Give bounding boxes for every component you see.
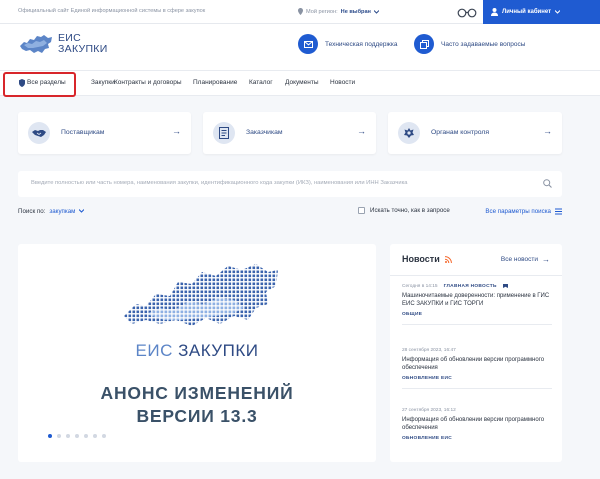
news-tag[interactable]: ОБНОВЛЕНИЕ ЕИС	[402, 376, 552, 381]
all-news-label: Все новости	[500, 256, 538, 263]
cabinet-label: Личный кабинет	[502, 9, 552, 15]
news-title[interactable]: Информация об обновлении версии программ…	[402, 356, 552, 372]
slider-dot[interactable]	[84, 434, 88, 438]
news-divider	[402, 324, 552, 325]
nav-item-all-sections[interactable]: Все разделы	[27, 79, 66, 86]
region-selector[interactable]: Мой регион: Не выбран	[298, 8, 379, 15]
exact-search-checkbox[interactable]: Искать точно, как в запросе	[358, 207, 450, 214]
russia-dotted-map-image	[124, 264, 278, 326]
news-tag[interactable]: ОБЩИЕ	[402, 312, 552, 317]
slider-dots[interactable]	[48, 434, 106, 438]
arrow-right-icon: →	[357, 126, 366, 136]
news-item[interactable]: Сегодня в 14:15 ГЛАВНАЯ НОВОСТЬ Машиночи…	[402, 284, 552, 325]
support-label: Техническая поддержка	[325, 40, 398, 48]
search-options: Поиск по: закупкам Искать точно, как в за…	[18, 207, 562, 219]
nav-item-documents[interactable]: Документы	[285, 79, 319, 86]
banner-title-part2: ЗАКУПКИ	[178, 341, 259, 360]
user-icon	[491, 8, 498, 16]
main-nav: Все разделы Закупки Контракты и договоры…	[0, 70, 600, 97]
all-news-link[interactable]: Все новости →	[501, 255, 550, 264]
chevron-down-icon	[373, 9, 379, 14]
chevron-down-icon	[555, 10, 561, 14]
promo-banner[interactable]: ЕИС ЗАКУПКИ АНОНС ИЗМЕНЕНИЙ ВЕРСИИ 13.3	[18, 244, 376, 462]
region-value: Не выбран	[340, 8, 371, 15]
faq-label: Часто задаваемые вопросы	[441, 40, 526, 48]
slider-dot[interactable]	[102, 434, 106, 438]
arrow-right-icon: →	[172, 126, 181, 136]
arrow-right-icon: →	[542, 255, 550, 264]
slider-dot[interactable]	[75, 434, 79, 438]
advanced-search-link[interactable]: Все параметры поиска	[485, 208, 562, 215]
glasses-icon[interactable]	[457, 6, 477, 18]
exact-search-label: Искать точно, как в запросе	[370, 207, 450, 214]
nav-item-purchases[interactable]: Закупки	[91, 79, 115, 86]
logo-line2: ЗАКУПКИ	[58, 43, 108, 55]
news-divider	[402, 388, 552, 389]
news-item[interactable]: 28 сентября 2023, 16:47 Информация об об…	[402, 348, 552, 389]
news-divider	[390, 275, 562, 276]
arrow-right-icon: →	[543, 126, 552, 136]
search-by-label: Поиск по:	[18, 208, 46, 215]
banner-logo-title: ЕИС ЗАКУПКИ	[18, 341, 376, 361]
news-heading-text: Новости	[402, 254, 440, 264]
nav-item-catalog[interactable]: Каталог	[249, 79, 273, 86]
card-suppliers-label: Поставщикам	[61, 129, 105, 136]
news-item[interactable]: 27 сентября 2023, 16:12 Информация об об…	[402, 408, 552, 441]
search-by-dropdown[interactable]: закупкам	[49, 208, 75, 215]
faq-button[interactable]: Часто задаваемые вопросы	[414, 34, 525, 54]
card-control-label: Органам контроля	[431, 129, 490, 136]
filter-sliders-icon	[555, 208, 562, 215]
news-heading: Новости	[402, 254, 452, 264]
news-date: 27 сентября 2023, 16:12	[402, 408, 456, 413]
russia-map-logo-icon	[20, 35, 52, 53]
nav-item-news[interactable]: Новости	[330, 79, 355, 86]
card-customers[interactable]: Заказчикам →	[203, 112, 376, 154]
region-label: Мой регион:	[306, 8, 338, 15]
news-tag[interactable]: ОБНОВЛЕНИЕ ЕИС	[402, 436, 552, 441]
banner-version: ВЕРСИИ 13.3	[136, 406, 258, 426]
card-customers-label: Заказчикам	[246, 129, 283, 136]
banner-title-part1: ЕИС	[135, 341, 173, 360]
news-date: Сегодня в 14:15	[402, 284, 438, 289]
shield-icon	[19, 79, 25, 87]
news-date: 28 сентября 2023, 16:47	[402, 348, 456, 353]
flag-icon	[502, 284, 508, 288]
eis-logo[interactable]: ЕИС ЗАКУПКИ	[18, 32, 108, 56]
nav-item-planning[interactable]: Планирование	[193, 79, 237, 86]
support-button[interactable]: Техническая поддержка	[298, 34, 397, 54]
top-strip: Официальный сайт Единой информационной с…	[0, 0, 600, 24]
search-input[interactable]: Введите полностью или часть номера, наим…	[18, 171, 562, 197]
slider-dot[interactable]	[66, 434, 70, 438]
emblem-icon	[398, 122, 420, 144]
advanced-search-label: Все параметры поиска	[485, 208, 551, 215]
official-site-text: Официальный сайт Единой информационной с…	[18, 8, 206, 14]
slider-dot[interactable]	[57, 434, 61, 438]
checkbox-box[interactable]	[358, 207, 365, 214]
news-title[interactable]: Машиночитаемые доверенности: применение …	[402, 292, 552, 308]
copy-icon	[414, 34, 434, 54]
mail-icon	[298, 34, 318, 54]
slider-dot[interactable]	[93, 434, 97, 438]
search-icon[interactable]	[543, 179, 552, 188]
banner-announce: АНОНС ИЗМЕНЕНИЙ	[100, 383, 294, 403]
search-by: Поиск по: закупкам	[18, 208, 85, 215]
chevron-down-icon	[78, 209, 85, 213]
personal-cabinet-button[interactable]: Личный кабинет	[483, 0, 600, 24]
card-control-bodies[interactable]: Органам контроля →	[388, 112, 562, 154]
handshake-icon	[28, 122, 50, 144]
location-pin-icon	[298, 8, 303, 15]
main-news-badge: ГЛАВНАЯ НОВОСТЬ	[443, 284, 497, 289]
news-panel: Новости Все новости → Сегодня в 14:15 ГЛ…	[390, 244, 562, 462]
site-header: ЕИС ЗАКУПКИ Техническая поддержка Часто …	[0, 24, 600, 70]
document-icon	[213, 122, 235, 144]
nav-item-contracts[interactable]: Контракты и договоры	[114, 79, 182, 86]
card-suppliers[interactable]: Поставщикам →	[18, 112, 191, 154]
news-title[interactable]: Информация об обновлении версии программ…	[402, 416, 552, 432]
slider-dot[interactable]	[48, 434, 52, 438]
rss-icon[interactable]	[444, 255, 452, 263]
search-placeholder: Введите полностью или часть номера, наим…	[31, 180, 408, 186]
